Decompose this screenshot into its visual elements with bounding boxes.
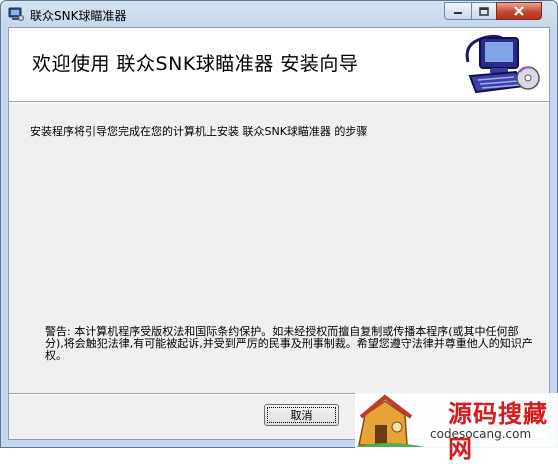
installer-app-icon xyxy=(8,7,24,21)
close-icon xyxy=(514,6,524,16)
wizard-client-area: 欢迎使用 联众SNK球瞄准器 安装向导 安装程序将引导您完成在您的计算机上安装 … xyxy=(8,27,550,440)
minimize-button[interactable] xyxy=(444,2,472,20)
copyright-warning: 警告: 本计算机程序受版权法和国际条约保护。如未经授权而擅自复制或传播本程序(或… xyxy=(45,325,533,362)
intro-text: 安装程序将引导您完成在您的计算机上安装 联众SNK球瞄准器 的步骤 xyxy=(30,125,368,138)
minimize-icon xyxy=(454,12,462,14)
watermark-url: codesocang.com xyxy=(430,427,532,441)
computer-install-icon xyxy=(465,34,540,94)
maximize-icon xyxy=(479,6,489,16)
window-title: 联众SNK球瞄准器 xyxy=(30,9,127,23)
wizard-header: 欢迎使用 联众SNK球瞄准器 安装向导 xyxy=(9,28,549,101)
installer-window: 联众SNK球瞄准器 欢迎使用 联众SNK球瞄准器 安装向导 安装程序将引导您完成… xyxy=(0,0,558,448)
cancel-button[interactable]: 取消 xyxy=(264,404,339,426)
page-title: 欢迎使用 联众SNK球瞄准器 安装向导 xyxy=(32,53,359,75)
title-bar[interactable]: 联众SNK球瞄准器 xyxy=(1,1,557,27)
close-button[interactable] xyxy=(496,2,542,20)
header-divider xyxy=(9,101,549,103)
maximize-button[interactable] xyxy=(471,2,497,20)
